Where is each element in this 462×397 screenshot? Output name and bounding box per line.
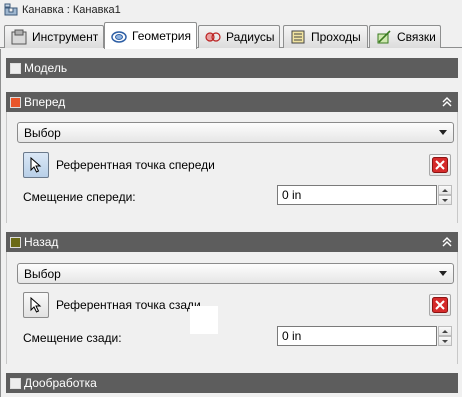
back-selection-dropdown[interactable]: Выбор — [17, 263, 454, 284]
dropdown-value: Выбор — [24, 266, 61, 281]
back-color-swatch — [10, 236, 21, 248]
section-model-header[interactable]: Модель — [6, 58, 458, 78]
front-selection-dropdown[interactable]: Выбор — [17, 122, 454, 143]
front-color-swatch — [10, 96, 21, 108]
tab-geometry[interactable]: Геометрия — [104, 22, 197, 49]
section-back-label: Назад — [24, 235, 59, 249]
model-checkbox[interactable] — [10, 62, 21, 74]
tab-label: Радиусы — [226, 30, 275, 44]
section-back-body: Выбор Референтная точка сзади Смещение с… — [6, 252, 458, 364]
radii-icon — [205, 32, 221, 42]
tab-label: Проходы — [311, 30, 361, 44]
tab-bar: Инструмент Геометрия Радиусы Проходы Свя… — [0, 22, 462, 49]
blank-overlay — [190, 306, 218, 334]
spin-down-icon[interactable] — [438, 336, 452, 346]
front-offset-label: Смещение спереди: — [23, 190, 136, 204]
front-offset-input[interactable] — [277, 185, 437, 205]
delete-x-icon — [432, 297, 448, 313]
section-back-header[interactable]: Назад — [6, 232, 458, 252]
tab-tool[interactable]: Инструмент — [4, 25, 104, 48]
section-refinement-label: Дообработка — [24, 376, 97, 390]
section-model-label: Модель — [24, 61, 68, 75]
dropdown-value: Выбор — [24, 125, 61, 140]
window-title: Канавка : Канавка1 — [22, 4, 121, 16]
chevron-down-icon — [439, 271, 447, 276]
collapse-icon[interactable] — [441, 95, 453, 109]
geometry-panel: Модель Вперед Выбор Референтная точка сп… — [0, 49, 462, 397]
tab-label: Инструмент — [32, 30, 99, 44]
front-clear-button[interactable] — [429, 154, 451, 176]
refinement-checkbox[interactable] — [10, 377, 21, 389]
section-refinement-header[interactable]: Дообработка — [6, 373, 458, 393]
front-ref-point-label: Референтная точка спереди — [56, 158, 215, 172]
chevron-down-icon — [439, 130, 447, 135]
passes-icon — [291, 30, 305, 44]
tab-label: Геометрия — [132, 29, 191, 43]
spin-down-icon[interactable] — [438, 195, 452, 205]
tab-links[interactable]: Связки — [369, 25, 441, 48]
links-icon — [377, 30, 391, 44]
cursor-arrow-icon — [30, 157, 42, 173]
back-offset-label: Смещение сзади: — [23, 331, 122, 345]
section-front-header[interactable]: Вперед — [6, 92, 458, 112]
back-offset-input[interactable] — [277, 326, 437, 346]
front-offset-spinner[interactable] — [438, 185, 452, 205]
spin-up-icon[interactable] — [438, 185, 452, 195]
tab-passes[interactable]: Проходы — [283, 25, 368, 48]
tab-radii[interactable]: Радиусы — [198, 25, 280, 48]
collapse-icon[interactable] — [441, 235, 453, 249]
delete-x-icon — [432, 157, 448, 173]
back-ref-point-button[interactable] — [23, 292, 49, 318]
front-ref-point-button[interactable] — [23, 152, 49, 178]
title-bar: Канавка : Канавка1 — [0, 0, 462, 20]
section-front-label: Вперед — [24, 95, 66, 109]
geometry-icon — [111, 31, 127, 43]
back-clear-button[interactable] — [429, 294, 451, 316]
back-offset-spinner[interactable] — [438, 326, 452, 346]
cursor-arrow-icon — [30, 297, 42, 313]
tool-icon — [11, 29, 27, 45]
groove-icon — [4, 3, 18, 16]
spin-up-icon[interactable] — [438, 326, 452, 336]
back-ref-point-label: Референтная точка сзади — [56, 298, 201, 312]
section-front-body: Выбор Референтная точка спереди Смещение… — [6, 112, 458, 223]
tab-label: Связки — [397, 30, 436, 44]
